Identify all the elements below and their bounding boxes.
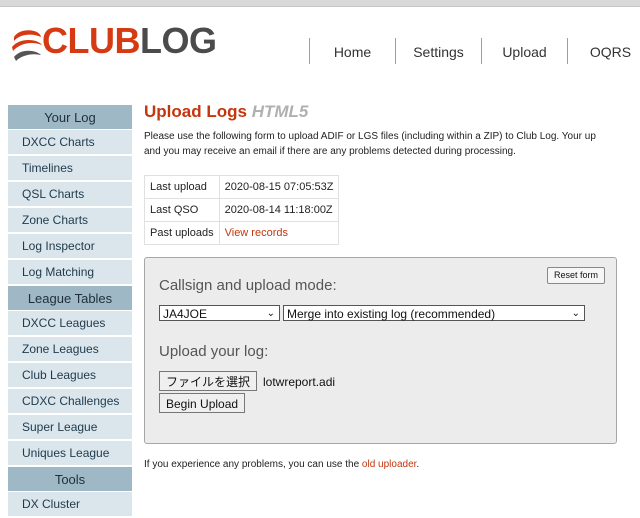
page-title-suffix: HTML5 [251,102,309,121]
sidebar-item-uniques-league[interactable]: Uniques League [8,441,132,467]
upload-mode-heading: Callsign and upload mode: [159,277,337,294]
browser-top-border [0,0,640,7]
footer-note-end: . [416,459,420,470]
upload-mode-select-value: Merge into existing log (recommended) [287,307,496,321]
info-label: Past uploads [144,221,220,245]
sidebar-heading-tools: Tools [8,467,132,492]
sidebar-item-zone-leagues[interactable]: Zone Leagues [8,337,132,363]
sidebar-item-cdxc-challenges[interactable]: CDXC Challenges [8,389,132,415]
upload-log-heading: Upload your log: [159,343,269,360]
sidebar-item-club-leagues[interactable]: Club Leagues [8,363,132,389]
nav-home[interactable]: Home [310,38,395,64]
sidebar-item-qsl-charts[interactable]: QSL Charts [8,182,132,208]
page-title-text: Upload Logs [144,102,247,121]
logo-text[interactable]: CLUBLOG [42,20,217,61]
sidebar-heading-league-tables: League Tables [8,286,132,311]
begin-upload-button[interactable]: Begin Upload [159,393,246,413]
view-records-link[interactable]: View records [225,227,288,239]
sidebar-item-dx-cluster[interactable]: DX Cluster [8,492,132,518]
main-content: Upload Logs HTML5 Please use the followi… [144,101,640,470]
nav-settings[interactable]: Settings [396,38,481,64]
sidebar-item-timelines[interactable]: Timelines [8,156,132,182]
sidebar-item-log-matching[interactable]: Log Matching [8,260,132,286]
info-label: Last upload [144,175,220,199]
reset-form-button[interactable]: Reset form [547,267,606,284]
sidebar-item-log-inspector[interactable]: Log Inspector [8,234,132,260]
sidebar-heading-your-log: Your Log [8,105,132,130]
sidebar-item-super-league[interactable]: Super League [8,415,132,441]
info-value-cell: View records [218,221,340,245]
upload-mode-select[interactable]: Merge into existing log (recommended) ⌄ [283,305,585,321]
nav-oqrs[interactable]: OQRS [568,38,640,64]
footer-note: If you experience any problems, you can … [144,459,419,470]
selected-file-name: lotwreport.adi [263,375,336,389]
info-value: 2020-08-15 07:05:53Z [218,175,340,199]
table-row: Last upload 2020-08-15 07:05:53Z [144,175,340,199]
choose-file-button[interactable]: ファイルを選択 [159,371,258,391]
logo-text-log: LOG [139,20,217,61]
footer-note-text: If you experience any problems, you can … [144,459,360,470]
intro-line: and you may receive an email if there ar… [144,146,516,157]
nav-upload[interactable]: Upload [482,38,567,64]
chevron-down-icon: ⌄ [266,308,275,319]
table-row: Last QSO 2020-08-14 11:18:00Z [144,198,340,222]
upload-info-table: Last upload 2020-08-15 07:05:53Z Last QS… [144,175,340,245]
callsign-select[interactable]: JA4JOE ⌄ [159,305,280,321]
intro-text: Please use the following form to upload … [144,129,640,159]
top-navigation: Home Settings Upload OQRS [309,38,640,64]
callsign-select-value: JA4JOE [163,307,208,321]
upload-form-panel: Callsign and upload mode: Reset form JA4… [144,257,617,444]
page-title: Upload Logs HTML5 [144,101,640,123]
chevron-down-icon: ⌄ [571,308,580,319]
info-label: Last QSO [144,198,220,222]
info-value: 2020-08-14 11:18:00Z [218,198,340,222]
sidebar: Your Log DXCC Charts Timelines QSL Chart… [8,105,132,518]
logo-text-club: CLUB [42,20,140,61]
intro-line: Please use the following form to upload … [144,131,596,142]
clublog-logo[interactable] [10,27,44,67]
clublog-swoosh-icon [12,30,42,61]
table-row: Past uploads View records [144,221,340,245]
old-uploader-link[interactable]: old uploader [362,459,417,470]
sidebar-item-dxcc-charts[interactable]: DXCC Charts [8,130,132,156]
sidebar-item-zone-charts[interactable]: Zone Charts [8,208,132,234]
sidebar-item-dxcc-leagues[interactable]: DXCC Leagues [8,311,132,337]
